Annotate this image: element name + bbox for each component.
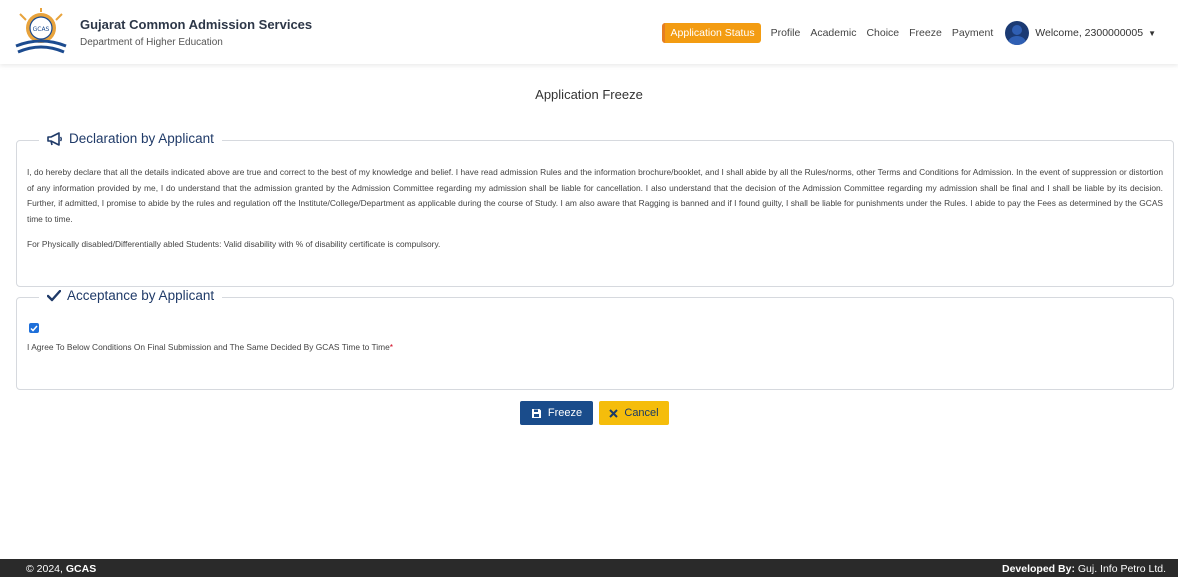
page-title: Application Freeze <box>535 87 643 102</box>
copyright-prefix: © 2024, <box>26 563 66 575</box>
acceptance-section: Acceptance by Applicant I Agree To Below… <box>16 288 1174 390</box>
caret-down-icon[interactable]: ▼ <box>1148 29 1156 38</box>
declaration-title: Declaration by Applicant <box>69 131 214 146</box>
brand-subtitle: Department of Higher Education <box>80 37 223 48</box>
agree-label-text: I Agree To Below Conditions On Final Sub… <box>27 342 390 352</box>
developer-name: Guj. Info Petro Ltd. <box>1074 563 1166 575</box>
cancel-button-label: Cancel <box>624 407 659 419</box>
developer-label: Developed By: <box>1002 563 1075 575</box>
logo-text: GCAS <box>33 26 50 33</box>
agree-label: I Agree To Below Conditions On Final Sub… <box>27 342 393 352</box>
acceptance-title: Acceptance by Applicant <box>67 288 215 303</box>
gcas-logo-icon[interactable]: GCAS <box>12 8 70 58</box>
nav-payment[interactable]: Payment <box>952 27 993 39</box>
welcome-user[interactable]: Welcome, 2300000005 <box>1035 27 1143 39</box>
nav-choice[interactable]: Choice <box>866 27 899 39</box>
brand-title: Gujarat Common Admission Services <box>80 17 313 32</box>
agree-checkbox[interactable] <box>29 323 39 333</box>
disability-note: For Physically disabled/Differentially a… <box>27 239 441 249</box>
footer-developer: Developed By: Guj. Info Petro Ltd. <box>1002 563 1166 575</box>
nav-academic[interactable]: Academic <box>810 27 856 39</box>
required-mark: * <box>389 342 394 352</box>
nav-freeze[interactable]: Freeze <box>909 27 942 39</box>
cancel-button[interactable]: Cancel <box>599 401 669 425</box>
nav-profile[interactable]: Profile <box>771 27 801 39</box>
check-icon <box>47 289 61 302</box>
footer-copyright: © 2024, GCAS <box>26 563 96 575</box>
declaration-section: Declaration by Applicant I, do hereby de… <box>16 131 1174 287</box>
save-icon <box>531 408 542 419</box>
freeze-button[interactable]: Freeze <box>520 401 593 425</box>
avatar-icon[interactable] <box>1005 21 1030 45</box>
main-nav: Application Status Profile Academic Choi… <box>661 21 1156 45</box>
declaration-text: I, do hereby declare that all the detail… <box>27 167 1163 225</box>
x-icon <box>609 408 619 418</box>
top-navbar: GCAS Gujarat Common Admission Services D… <box>0 0 1178 64</box>
footer: © 2024, GCAS Developed By: Guj. Info Pet… <box>0 559 1178 577</box>
copyright-brand: GCAS <box>65 563 97 575</box>
megaphone-icon <box>47 131 63 146</box>
nav-application-status[interactable]: Application Status <box>661 23 761 43</box>
freeze-button-label: Freeze <box>547 407 583 419</box>
acceptance-legend: Acceptance by Applicant <box>39 288 223 303</box>
declaration-legend: Declaration by Applicant <box>39 131 222 146</box>
